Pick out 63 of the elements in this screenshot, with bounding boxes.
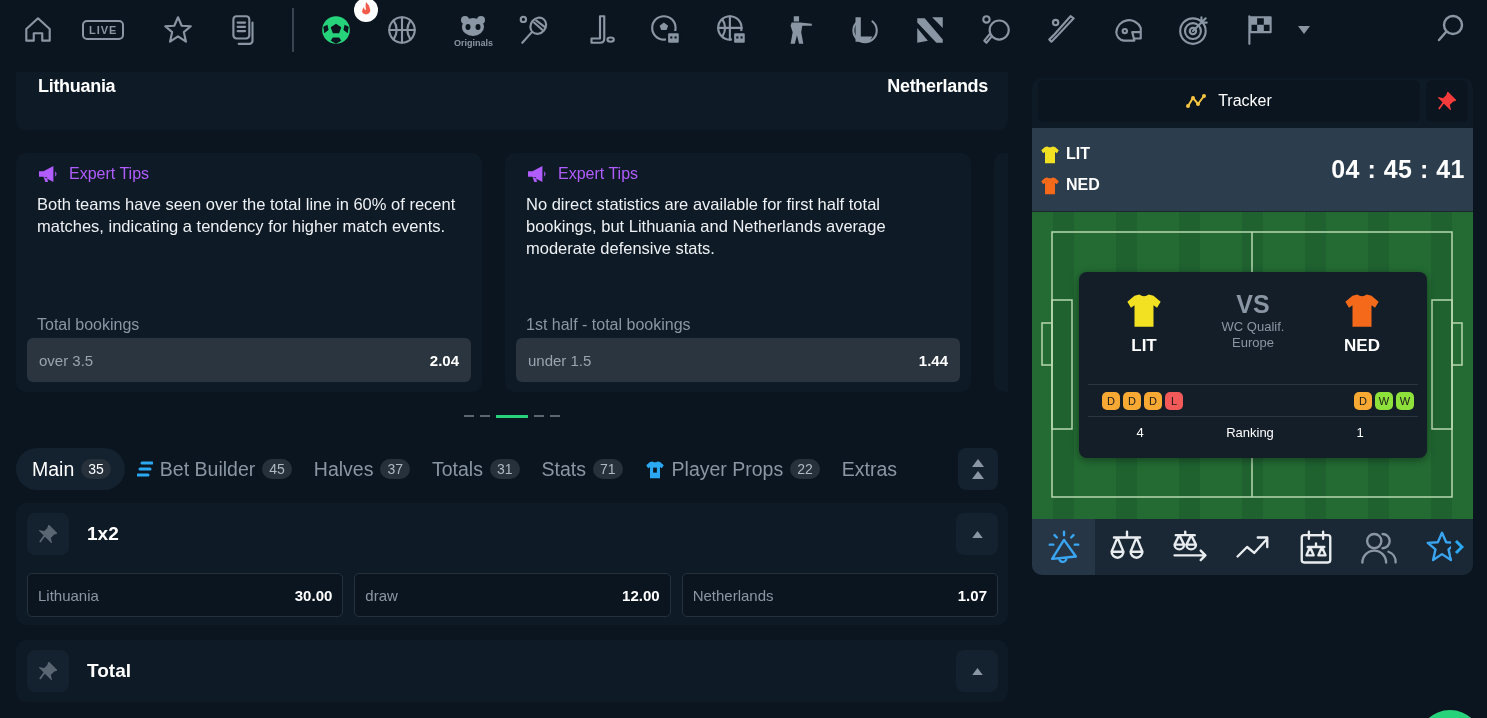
odds-button[interactable]: under 1.5 1.44 — [516, 338, 960, 382]
tip-text: Both teams have seen over the total line in 60% of recent matches, indicating a tendency for higher match events. — [36, 194, 457, 237]
market-tab[interactable]: Extras — [831, 448, 908, 490]
pin-button[interactable] — [1426, 80, 1468, 122]
collapse-all-button[interactable] — [958, 448, 998, 490]
originals-button[interactable]: Originals — [450, 10, 497, 50]
form-badge: D — [1123, 392, 1141, 410]
odds-button[interactable]: draw 12.00 — [354, 573, 671, 617]
collapse-button[interactable] — [956, 650, 998, 692]
caret-icon — [971, 667, 983, 675]
competition-name: WC Qualif. Europe — [1220, 319, 1286, 351]
market-tab[interactable]: Totals 31 — [422, 448, 530, 490]
tip-text: No direct statistics are available for first half total bookings, but Lithuania and Netherlands average moderate defensive stats. — [525, 194, 887, 259]
team-code: NED — [1066, 176, 1100, 194]
odds-button[interactable]: Netherlands 1.07 — [681, 573, 998, 617]
pin-icon — [39, 525, 57, 543]
market-title: 1x2 — [87, 523, 120, 545]
form-badge: D — [1144, 392, 1162, 410]
pager-dash[interactable] — [496, 414, 528, 418]
market-tab[interactable]: Main 35 — [16, 448, 125, 490]
market-label: 1st half - total bookings — [525, 316, 692, 334]
line-chart-icon — [1186, 94, 1207, 108]
market-tab[interactable]: Bet Builder 45 — [126, 448, 302, 490]
market-label: Total bookings — [36, 316, 141, 334]
odds-button[interactable]: Lithuania 30.00 — [27, 573, 344, 617]
away-team-name: Netherlands — [887, 76, 988, 97]
team-code: LIT — [1066, 145, 1090, 163]
live-button[interactable]: LIVE — [82, 20, 125, 40]
team-code: NED — [1344, 336, 1380, 356]
home-team-name: Lithuania — [38, 76, 116, 97]
megaphone-icon — [526, 165, 548, 183]
market-tab[interactable]: Player Props 22 — [634, 448, 830, 490]
megaphone-tab[interactable] — [1032, 519, 1095, 575]
pin-icon — [39, 662, 57, 680]
ranking-label: Ranking — [1225, 425, 1275, 440]
ranking-value: 4 — [1135, 425, 1145, 440]
tracker-button[interactable]: Tracker — [1038, 80, 1420, 122]
tip-title: Expert Tips — [558, 165, 639, 183]
match-timer: 04 : 45 : 41 — [1331, 155, 1465, 184]
pin-button[interactable] — [27, 513, 69, 555]
odds-button[interactable]: over 3.5 2.04 — [27, 338, 471, 382]
double-caret-icon — [972, 459, 984, 479]
form-badge: L — [1165, 392, 1183, 410]
pin-icon — [1438, 92, 1456, 110]
megaphone-icon — [37, 165, 59, 183]
form-badge: W — [1375, 392, 1393, 410]
collapse-button[interactable] — [956, 513, 998, 555]
market-tab[interactable]: Halves 37 — [303, 448, 420, 490]
versus-label: VS — [1236, 290, 1270, 319]
form-badge: D — [1102, 392, 1120, 410]
team-code: LIT — [1131, 336, 1157, 356]
form-badge: W — [1396, 392, 1414, 410]
caret-icon — [1298, 26, 1311, 34]
caret-icon — [971, 530, 983, 538]
ranking-value: 1 — [1355, 425, 1365, 440]
market-tab[interactable]: Stats 71 — [531, 448, 633, 490]
shirt-icon — [644, 459, 665, 479]
market-title: Total — [87, 660, 132, 682]
pin-button[interactable] — [27, 650, 69, 692]
chevron-right-icon — [1454, 539, 1464, 555]
tip-title: Expert Tips — [69, 165, 150, 183]
bars-icon — [136, 461, 153, 477]
form-badge: D — [1354, 392, 1372, 410]
